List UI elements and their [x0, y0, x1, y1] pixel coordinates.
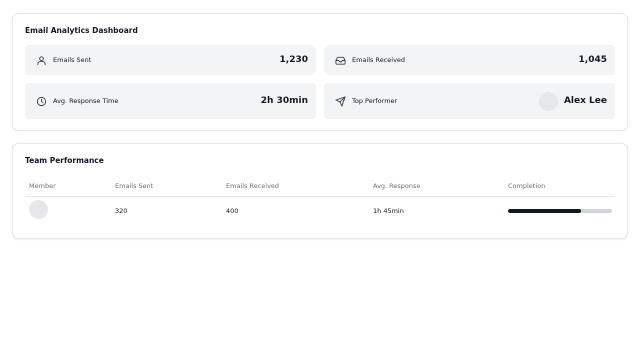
- dashboard-title: Email Analytics Dashboard: [25, 26, 138, 35]
- send-icon: [334, 95, 346, 107]
- completion-progress-bar: [508, 209, 612, 213]
- stat-label: Avg. Response Time: [53, 97, 119, 105]
- stat-value: 2h 30min: [260, 96, 308, 106]
- stat-emails-sent: Emails Sent 1,230: [25, 45, 316, 75]
- column-header-member: Member: [29, 182, 56, 190]
- stat-avg-response-time: Avg. Response Time 2h 30min: [25, 83, 316, 119]
- email-analytics-card: Email Analytics Dashboard Emails Sent 1,…: [12, 13, 628, 131]
- completion-progress-fill: [508, 209, 581, 213]
- cell-emails-sent: 320: [115, 207, 128, 215]
- avatar: [29, 200, 48, 219]
- column-header-emails-received: Emails Received: [226, 182, 280, 190]
- stat-value: 1,045: [578, 55, 607, 65]
- stat-label: Top Performer: [352, 97, 398, 105]
- user-icon: [35, 54, 47, 66]
- stat-top-performer: Top Performer Alex Lee: [324, 83, 615, 119]
- stat-value: 1,230: [279, 55, 308, 65]
- clock-icon: [35, 95, 47, 107]
- inbox-icon: [334, 54, 346, 66]
- team-performance-card: Team Performance Member Emails Sent Emai…: [12, 143, 628, 239]
- stat-emails-received: Emails Received 1,045: [324, 45, 615, 75]
- avatar: [538, 91, 558, 111]
- cell-emails-received: 400: [226, 207, 239, 215]
- column-header-completion: Completion: [508, 182, 546, 190]
- table-divider: [25, 196, 615, 197]
- stat-label: Emails Sent: [53, 56, 92, 64]
- team-title: Team Performance: [25, 156, 104, 165]
- column-header-avg-response: Avg. Response: [373, 182, 421, 190]
- cell-avg-response: 1h 45min: [373, 207, 404, 215]
- stat-label: Emails Received: [352, 56, 406, 64]
- column-header-emails-sent: Emails Sent: [115, 182, 154, 190]
- stat-value: Alex Lee: [563, 96, 607, 106]
